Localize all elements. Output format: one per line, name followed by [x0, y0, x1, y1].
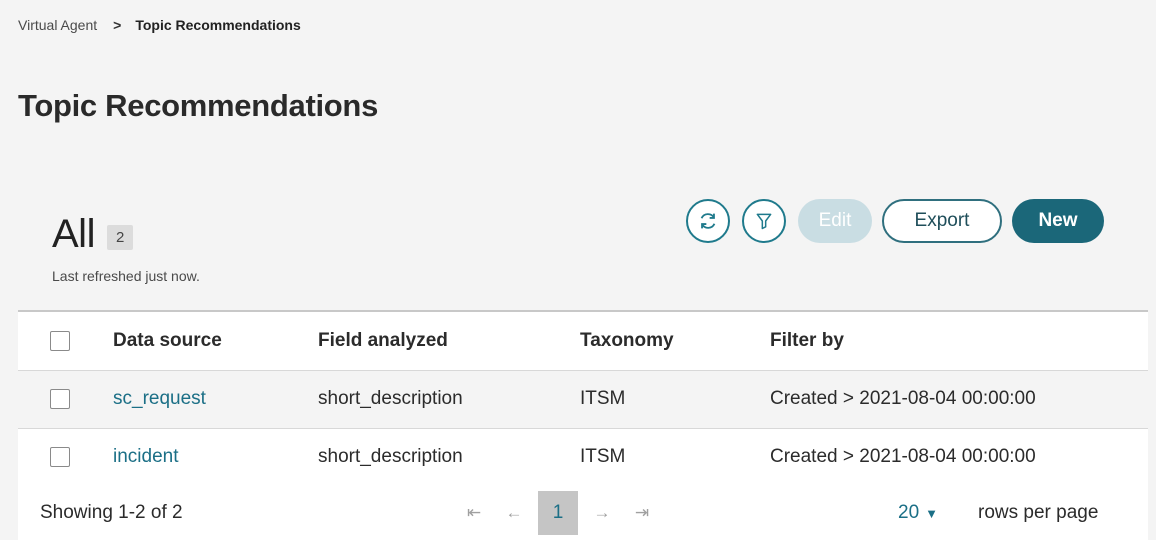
- row-checkbox[interactable]: [50, 447, 70, 467]
- last-refreshed-text: Last refreshed just now.: [52, 268, 200, 284]
- list-header: All 2: [52, 212, 134, 257]
- rows-per-page-value: 20: [898, 502, 920, 523]
- showing-count: Showing 1-2 of 2: [40, 502, 183, 523]
- new-button[interactable]: New: [1012, 199, 1104, 243]
- list-title: All: [52, 212, 95, 256]
- select-all-cell: [18, 312, 113, 371]
- filter-by-cell: Created > 2021-08-04 00:00:00: [770, 370, 1148, 429]
- export-button[interactable]: Export: [882, 199, 1002, 243]
- breadcrumb: Virtual Agent > Topic Recommendations: [18, 17, 301, 33]
- toolbar: Edit Export New: [686, 199, 1104, 243]
- data-source-link[interactable]: sc_request: [113, 370, 318, 429]
- pagination-footer: Showing 1-2 of 2 ⇤ ← 1 → ⇥ 20 ▼ rows per…: [18, 486, 1148, 540]
- data-source-link[interactable]: incident: [113, 428, 318, 487]
- taxonomy-cell: ITSM: [580, 370, 770, 429]
- table-row: incident short_description ITSM Created …: [18, 428, 1148, 487]
- field-analyzed-cell: short_description: [318, 370, 580, 429]
- last-page-icon[interactable]: ⇥: [622, 503, 662, 523]
- data-table: Data source Field analyzed Taxonomy Filt…: [18, 310, 1148, 487]
- filter-by-cell: Created > 2021-08-04 00:00:00: [770, 428, 1148, 487]
- breadcrumb-parent-link[interactable]: Virtual Agent: [18, 17, 97, 33]
- prev-page-icon[interactable]: ←: [494, 503, 534, 523]
- column-header-field-analyzed[interactable]: Field analyzed: [318, 312, 580, 371]
- field-analyzed-cell: short_description: [318, 428, 580, 487]
- rows-per-page-label: rows per page: [978, 502, 1099, 523]
- row-checkbox[interactable]: [50, 389, 70, 409]
- breadcrumb-current: Topic Recommendations: [135, 17, 301, 33]
- refresh-button[interactable]: [686, 199, 730, 243]
- taxonomy-cell: ITSM: [580, 428, 770, 487]
- refresh-icon: [700, 213, 716, 229]
- pager: ⇤ ← 1 → ⇥: [454, 491, 662, 535]
- rows-per-page-select[interactable]: 20 ▼: [898, 502, 938, 524]
- first-page-icon[interactable]: ⇤: [454, 503, 494, 523]
- count-badge: 2: [106, 225, 134, 250]
- filter-icon: [756, 213, 772, 230]
- breadcrumb-separator: >: [113, 17, 122, 33]
- column-header-data-source[interactable]: Data source: [113, 312, 318, 371]
- table-header-row: Data source Field analyzed Taxonomy Filt…: [18, 312, 1148, 371]
- edit-button[interactable]: Edit: [798, 199, 872, 243]
- caret-down-icon: ▼: [925, 505, 939, 521]
- next-page-icon[interactable]: →: [582, 503, 622, 523]
- current-page-button[interactable]: 1: [538, 491, 578, 535]
- table-row: sc_request short_description ITSM Create…: [18, 370, 1148, 429]
- column-header-taxonomy[interactable]: Taxonomy: [580, 312, 770, 371]
- column-header-filter-by[interactable]: Filter by: [770, 312, 1148, 371]
- page-title: Topic Recommendations: [18, 88, 379, 123]
- filter-button[interactable]: [742, 199, 786, 243]
- select-all-checkbox[interactable]: [50, 330, 70, 351]
